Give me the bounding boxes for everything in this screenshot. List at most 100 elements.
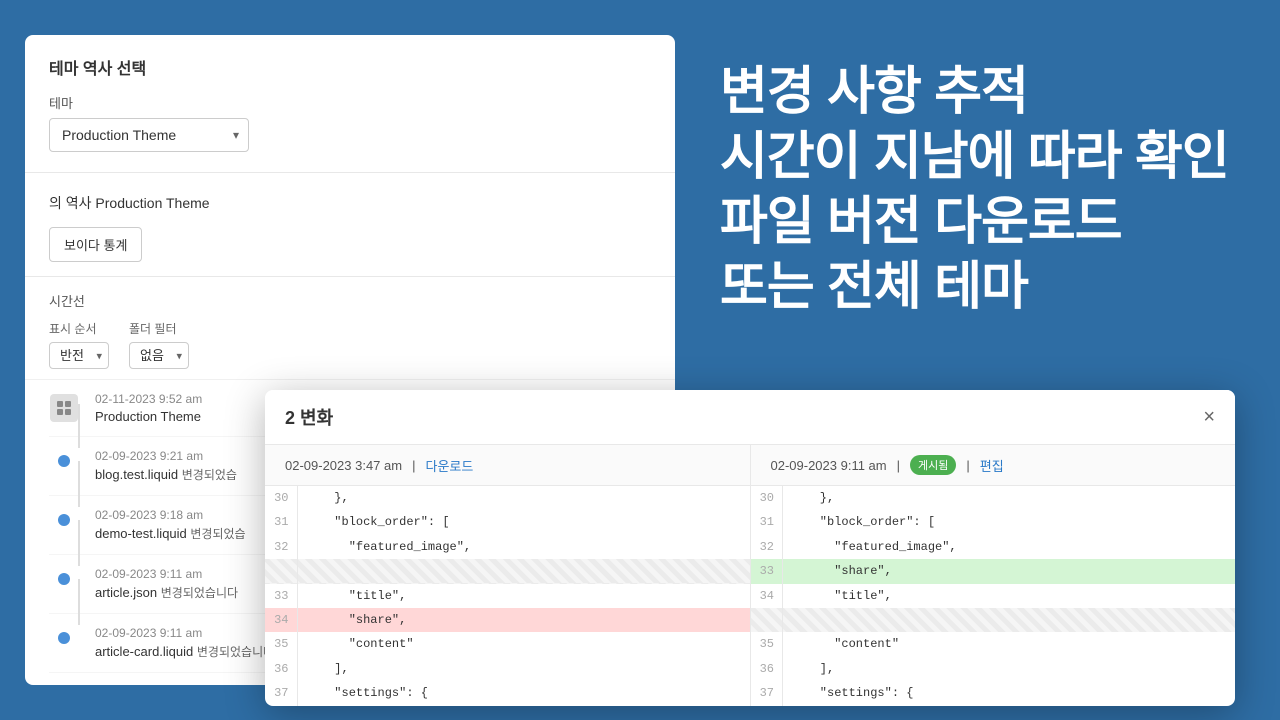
changed-text: 변경되었습 xyxy=(190,527,245,541)
timeline-dot-area xyxy=(49,567,79,585)
line-number: 37 xyxy=(751,681,783,705)
line-content xyxy=(783,608,1236,632)
line-number: 35 xyxy=(751,632,783,656)
timeline-dot-area xyxy=(49,626,79,644)
diff-row: 36 ], xyxy=(265,657,750,681)
right-diff-pane: 30 }, 31 "block_order": [ 32 "featured_i… xyxy=(751,486,1236,706)
diff-row-empty xyxy=(751,608,1236,632)
line-content: "block_order": [ xyxy=(297,510,750,534)
diff-row: 32 "featured_image", xyxy=(265,535,750,559)
line-number: 34 xyxy=(265,608,297,632)
line-number: 32 xyxy=(751,535,783,559)
line-content: "settings": { xyxy=(297,681,750,705)
folder-filter-select[interactable]: 없음 xyxy=(129,342,189,369)
line-number: 36 xyxy=(265,657,297,681)
line-content xyxy=(297,559,750,583)
diff-row: 31 "block_order": [ xyxy=(751,510,1236,534)
diff-row-added: 33 "share", xyxy=(751,559,1236,583)
changed-text: 변경되었습 xyxy=(182,468,237,482)
timeline-dot xyxy=(58,455,70,467)
line-number: 33 xyxy=(265,584,297,608)
line-content: }, xyxy=(297,486,750,510)
diff-modal: 2 변화 × 02-09-2023 3:47 am | 다운로드 02-09-2… xyxy=(265,390,1235,706)
diff-row: 37 "settings": { xyxy=(751,681,1236,705)
timeline-icon-area xyxy=(49,392,79,422)
timeline-dot xyxy=(58,632,70,644)
line-number: 31 xyxy=(265,510,297,534)
theme-icon xyxy=(50,394,78,422)
diff-row: 36 ], xyxy=(751,657,1236,681)
folder-filter-select-wrap: 없음 xyxy=(129,342,189,369)
line-content: ], xyxy=(297,657,750,681)
line-number xyxy=(265,559,297,583)
line-number: 35 xyxy=(265,632,297,656)
stats-button[interactable]: 보이다 통계 xyxy=(49,227,142,262)
line-content: "featured_image", xyxy=(783,535,1236,559)
published-badge: 게시됨 xyxy=(910,455,956,475)
diff-row: 34 "title", xyxy=(751,584,1236,608)
history-title: 의 역사 Production Theme xyxy=(49,193,651,213)
right-panel: 변경 사항 추적 시간이 지남에 따라 확인 파일 버전 다운로드 또는 전체 … xyxy=(720,60,1250,320)
line-content: "title", xyxy=(783,584,1236,608)
modal-title: 2 변화 xyxy=(285,404,333,430)
timeline-dot-area xyxy=(49,449,79,467)
folder-filter-group: 폴더 필터 없음 xyxy=(129,320,189,369)
hero-text: 변경 사항 추적 시간이 지남에 따라 확인 파일 버전 다운로드 또는 전체 … xyxy=(720,60,1250,320)
section-title: 테마 역사 선택 xyxy=(49,55,651,79)
edit-link[interactable]: 편집 xyxy=(980,456,1004,475)
right-pane-header: 02-09-2023 9:11 am | 게시됨 | 편집 xyxy=(751,445,1236,485)
line-content: ], xyxy=(783,657,1236,681)
line-content: "settings": { xyxy=(783,681,1236,705)
line-content: "share", xyxy=(297,608,750,632)
changed-text: 변경되었습니다 xyxy=(161,586,238,600)
timeline-dot xyxy=(58,573,70,585)
diff-row: 32 "featured_image", xyxy=(751,535,1236,559)
display-order-group: 표시 순서 반전 xyxy=(49,320,109,369)
line-number: 37 xyxy=(265,681,297,705)
line-content: }, xyxy=(783,486,1236,510)
line-number xyxy=(751,608,783,632)
right-separator: | xyxy=(897,458,900,473)
diff-row: 35 "content" xyxy=(751,632,1236,656)
line-number: 31 xyxy=(751,510,783,534)
line-content: "block_order": [ xyxy=(783,510,1236,534)
download-link[interactable]: 다운로드 xyxy=(425,456,473,475)
modal-subheader: 02-09-2023 3:47 am | 다운로드 02-09-2023 9:1… xyxy=(265,445,1235,486)
filters-row: 표시 순서 반전 폴더 필터 없음 xyxy=(49,320,651,369)
line-number: 30 xyxy=(265,486,297,510)
line-number: 30 xyxy=(751,486,783,510)
diff-row: 33 "title", xyxy=(265,584,750,608)
diff-row: 35 "content" xyxy=(265,632,750,656)
left-date: 02-09-2023 3:47 am xyxy=(285,458,402,473)
history-section: 의 역사 Production Theme 보이다 통계 xyxy=(25,173,675,277)
diff-row: 30 }, xyxy=(265,486,750,510)
line-number: 32 xyxy=(265,535,297,559)
close-button[interactable]: × xyxy=(1203,407,1215,427)
left-separator: | xyxy=(412,458,415,473)
display-order-select-wrap: 반전 xyxy=(49,342,109,369)
line-content: "content" xyxy=(783,632,1236,656)
timeline-header: 시간선 표시 순서 반전 폴더 필터 없음 xyxy=(25,277,675,380)
line-number: 33 xyxy=(751,559,783,583)
theme-select-wrapper: Production Theme ▾ xyxy=(49,118,249,152)
display-order-select[interactable]: 반전 xyxy=(49,342,109,369)
display-order-label: 표시 순서 xyxy=(49,320,109,337)
timeline-dot-area xyxy=(49,508,79,526)
theme-select[interactable]: Production Theme xyxy=(49,118,249,152)
diff-row-deleted: 34 "share", xyxy=(265,608,750,632)
theme-selection-section: 테마 역사 선택 테마 Production Theme ▾ xyxy=(25,35,675,173)
diff-row: 30 }, xyxy=(751,486,1236,510)
diff-row-empty xyxy=(265,559,750,583)
diff-row: 37 "settings": { xyxy=(265,681,750,705)
modal-body: 30 }, 31 "block_order": [ 32 "featured_i… xyxy=(265,486,1235,706)
line-content: "title", xyxy=(297,584,750,608)
line-content: "featured_image", xyxy=(297,535,750,559)
theme-field-label: 테마 xyxy=(49,93,651,112)
timeline-label: 시간선 xyxy=(49,291,651,310)
timeline-dot xyxy=(58,514,70,526)
folder-filter-label: 폴더 필터 xyxy=(129,320,189,337)
left-pane-header: 02-09-2023 3:47 am | 다운로드 xyxy=(265,445,751,485)
left-diff-table: 30 }, 31 "block_order": [ 32 "featured_i… xyxy=(265,486,750,706)
modal-header: 2 변화 × xyxy=(265,390,1235,445)
line-number: 34 xyxy=(751,584,783,608)
